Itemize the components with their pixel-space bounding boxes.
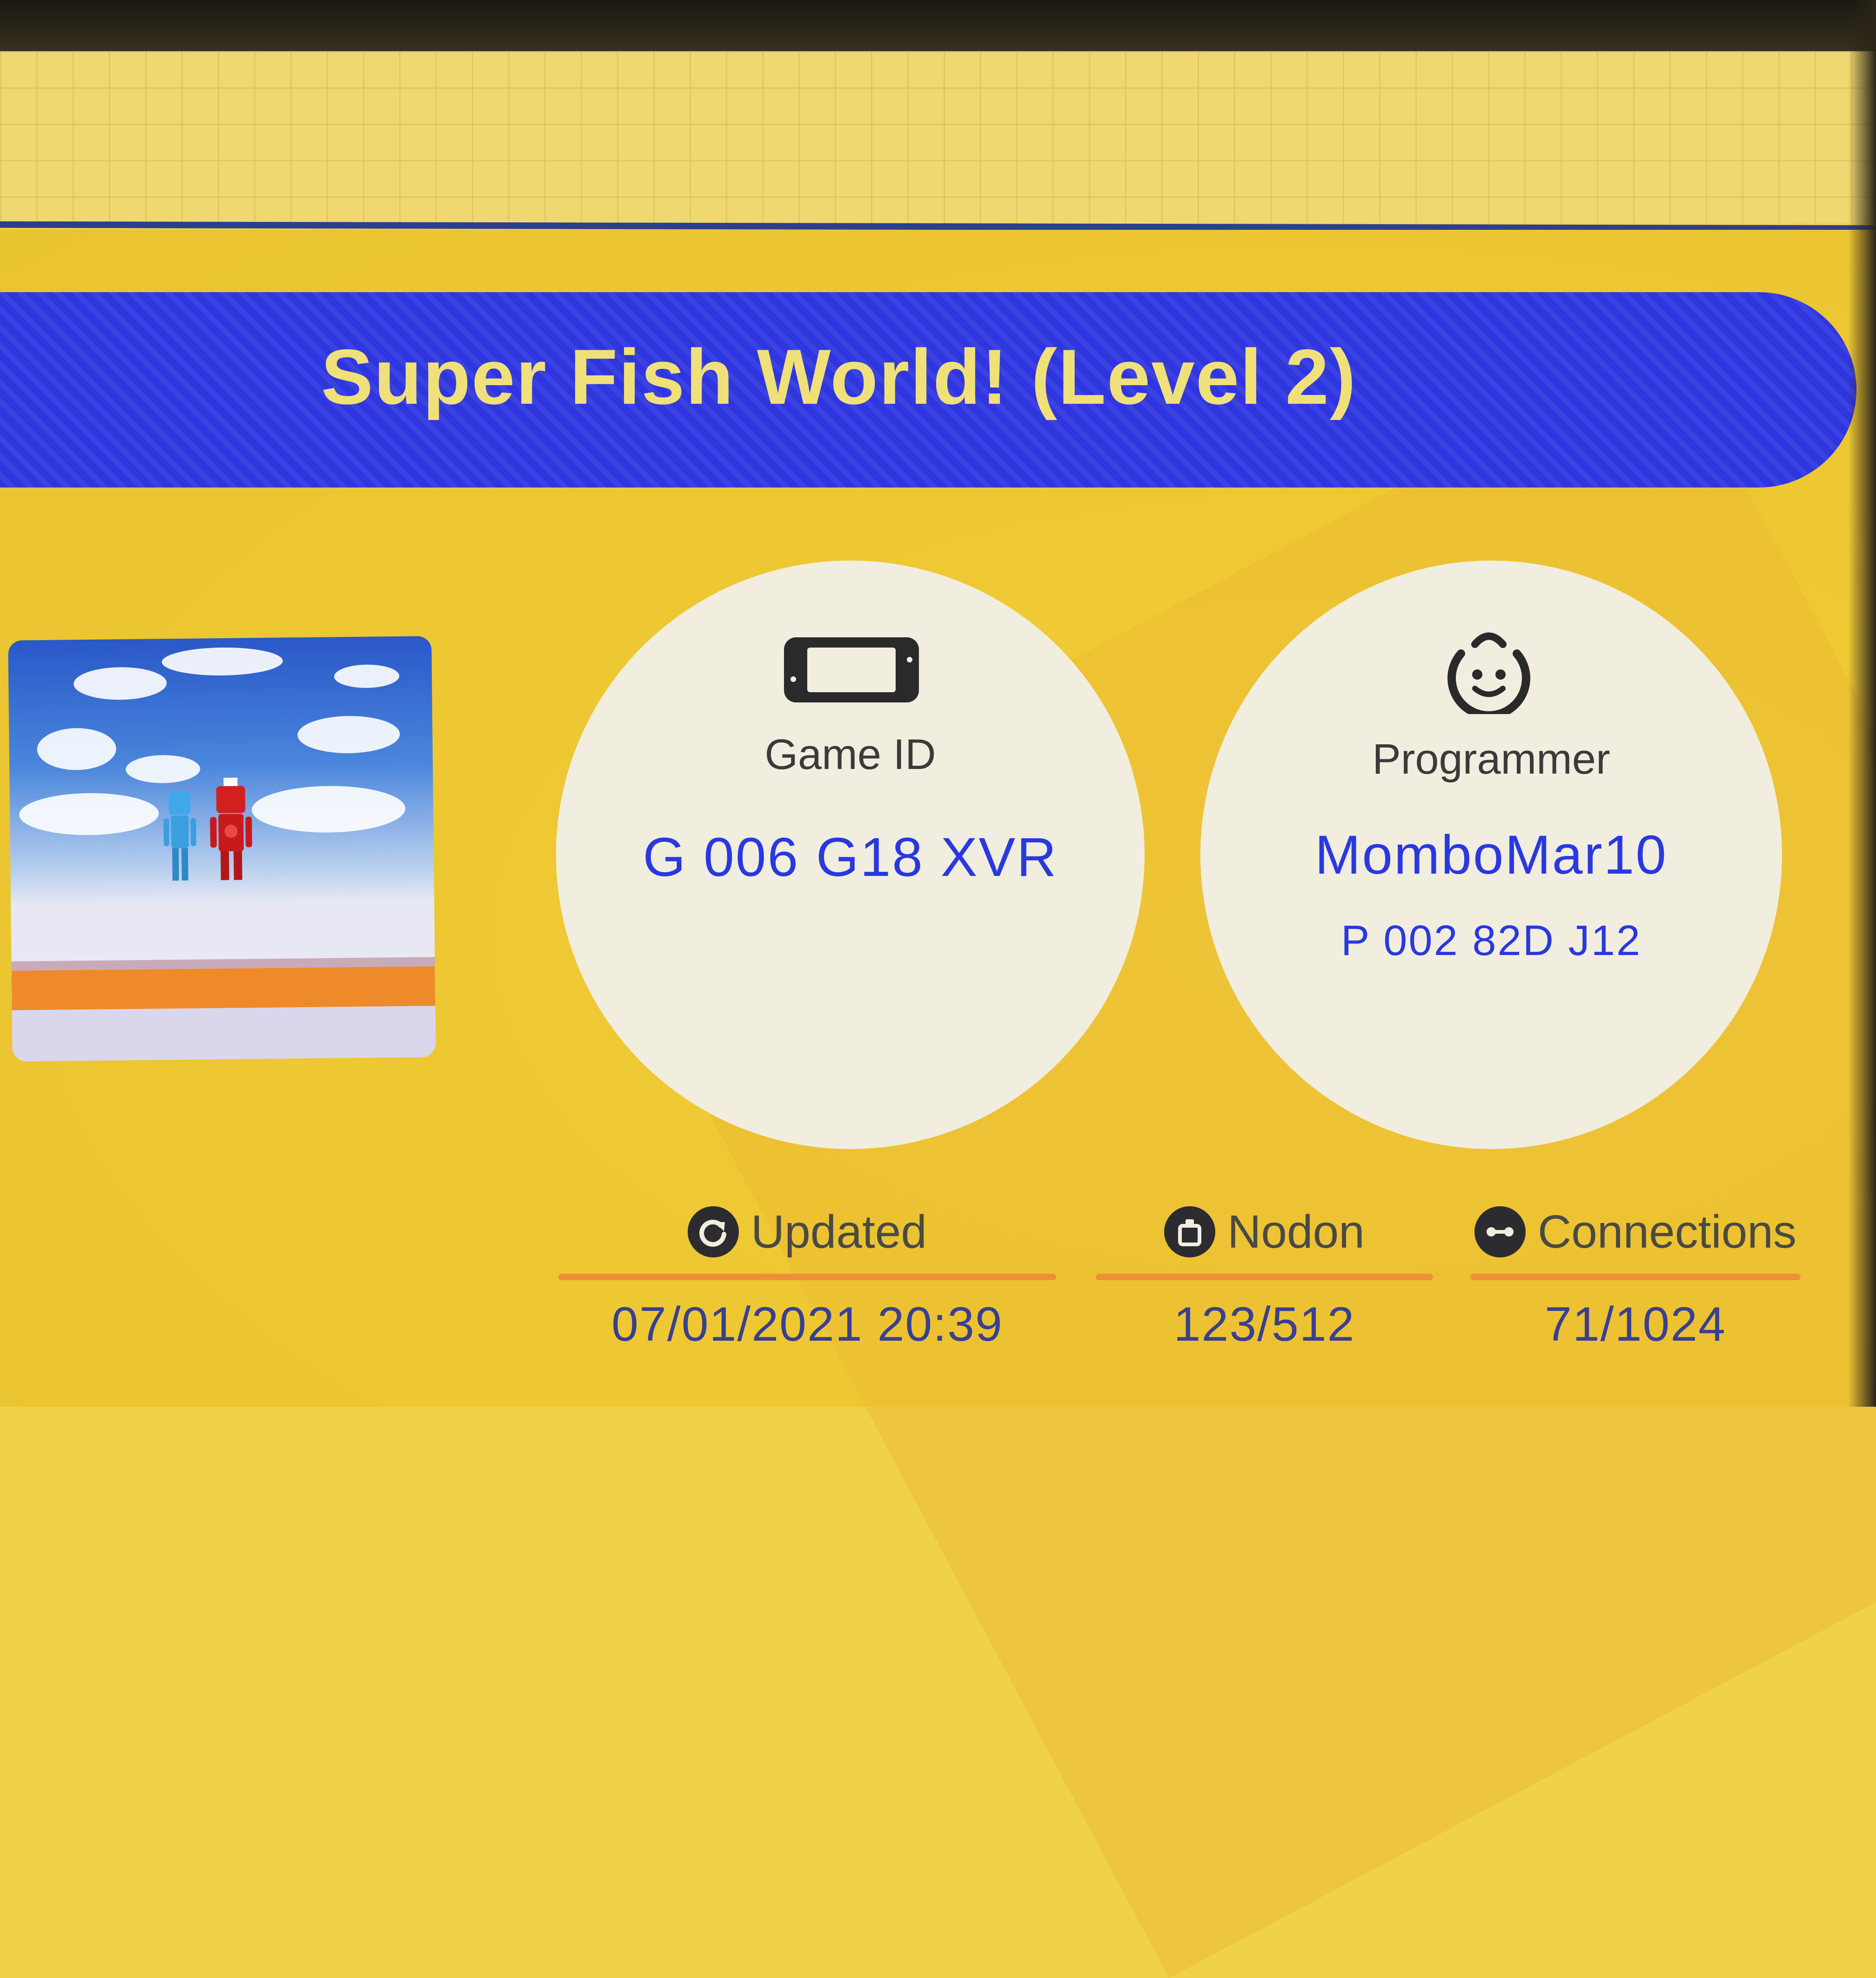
nodon-icon — [1164, 1206, 1216, 1257]
game-title: Super Fish World! (Level 2) — [321, 333, 1357, 421]
title-banner: Super Fish World! (Level 2) — [0, 292, 1856, 488]
grid-background — [0, 51, 1876, 223]
console-icon — [784, 637, 919, 702]
nodon-divider — [1096, 1274, 1433, 1280]
game-thumbnail[interactable] — [8, 636, 436, 1062]
nodon-label: Nodon — [1227, 1205, 1365, 1258]
screen-bezel-top — [0, 0, 1876, 56]
connection-icon — [1474, 1206, 1526, 1257]
game-id-panel[interactable]: Game ID G 006 G18 XVR — [556, 561, 1145, 1149]
face-icon — [1447, 632, 1530, 714]
connections-value: 71/1024 — [1545, 1297, 1726, 1351]
programmer-panel[interactable]: Programmer MomboMar10 P 002 82D J12 — [1200, 561, 1782, 1149]
screen-bezel-right — [1848, 0, 1876, 1407]
programmer-id: P 002 82D J12 — [1341, 917, 1642, 964]
nodon-value: 123/512 — [1173, 1297, 1355, 1351]
connections-label: Connections — [1538, 1205, 1796, 1258]
red-robot-icon — [210, 777, 252, 881]
nodon-stat: Nodon 123/512 — [1096, 1204, 1433, 1362]
updated-divider — [558, 1274, 1056, 1280]
programmer-label: Programmer — [1372, 735, 1610, 783]
game-id-label: Game ID — [764, 731, 936, 778]
game-id-value: G 006 G18 XVR — [643, 827, 1058, 888]
programmer-name: MomboMar10 — [1315, 824, 1668, 886]
updated-value: 07/01/2021 20:39 — [611, 1297, 1003, 1351]
refresh-icon — [687, 1206, 739, 1257]
updated-stat: Updated 07/01/2021 20:39 — [558, 1204, 1056, 1362]
updated-label: Updated — [750, 1205, 927, 1258]
connections-stat: Connections 71/1024 — [1470, 1204, 1801, 1362]
blue-robot-icon — [163, 792, 196, 881]
connections-divider — [1470, 1274, 1801, 1280]
